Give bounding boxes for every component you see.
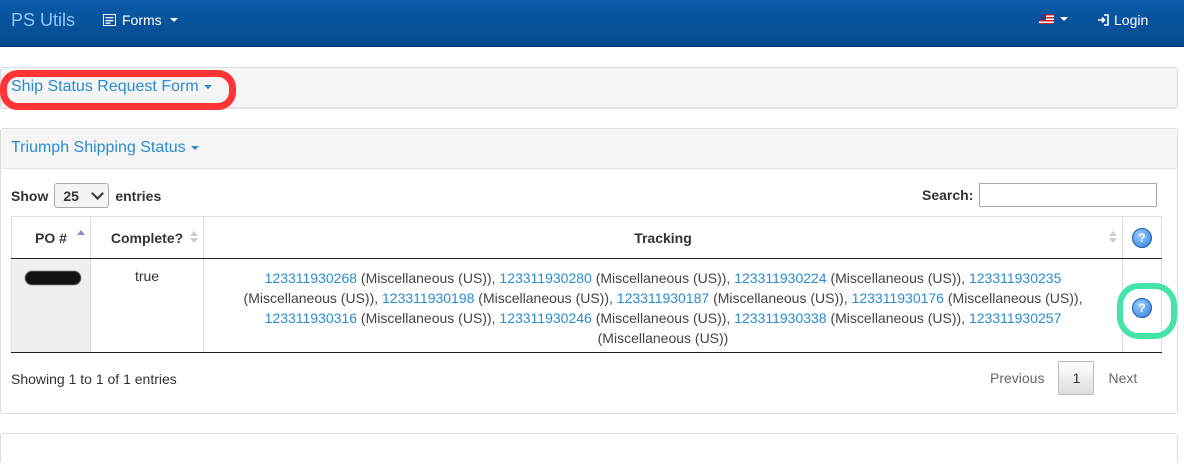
sort-both-icon xyxy=(190,231,198,243)
po-column-header[interactable]: PO # xyxy=(11,216,91,259)
complete-column-header[interactable]: Complete? xyxy=(90,216,204,259)
redacted-po-number xyxy=(25,271,81,285)
tracking-link[interactable]: 123311930280 xyxy=(499,270,591,286)
complete-header-label: Complete? xyxy=(110,229,184,246)
entries-select[interactable]: 25 xyxy=(54,183,110,208)
green-annotation-highlight xyxy=(1117,283,1177,339)
forms-menu-label: Forms xyxy=(122,12,162,28)
search-control: Search: xyxy=(922,183,1158,207)
carrier-label: (Miscellaneous (US)) xyxy=(597,330,729,346)
caret-down-icon xyxy=(169,18,178,22)
lower-panel xyxy=(0,433,1178,464)
tracking-link[interactable]: 123311930268 xyxy=(265,270,357,286)
carrier-label: (Miscellaneous (US)), xyxy=(357,310,500,326)
help-column-header: ? xyxy=(1122,216,1162,259)
brand-link[interactable]: PS Utils xyxy=(11,10,75,31)
tracking-link[interactable]: 123311930316 xyxy=(265,310,357,326)
search-label: Search: xyxy=(922,187,974,203)
entries-label: entries xyxy=(115,187,162,204)
triumph-shipping-toggle[interactable]: Triumph Shipping Status xyxy=(11,139,199,157)
caret-down-icon xyxy=(1060,17,1068,21)
top-navbar: PS Utils Forms Login xyxy=(0,0,1184,47)
search-input[interactable] xyxy=(979,183,1158,207)
entries-select-value: 25 xyxy=(63,187,79,204)
tracking-link[interactable]: 123311930224 xyxy=(734,270,826,286)
tracking-link[interactable]: 123311930246 xyxy=(499,310,591,326)
tracking-cell: 123311930268 (Miscellaneous (US)), 12331… xyxy=(203,258,1123,353)
tracking-header-label: Tracking xyxy=(634,229,692,246)
login-label: Login xyxy=(1114,12,1149,28)
tracking-link[interactable]: 123311930187 xyxy=(617,290,709,306)
carrier-label: (Miscellaneous (US)), xyxy=(474,290,617,306)
panel-title-label: Triumph Shipping Status xyxy=(11,139,186,156)
tracking-link[interactable]: 123311930338 xyxy=(734,310,826,326)
carrier-label: (Miscellaneous (US)), xyxy=(826,310,969,326)
tracking-link[interactable]: 123311930257 xyxy=(969,310,1061,326)
language-menu[interactable] xyxy=(1039,14,1068,24)
login-link[interactable]: Login xyxy=(1097,12,1148,28)
help-icon[interactable]: ? xyxy=(1132,227,1152,248)
pagination: Previous 1 Next xyxy=(976,361,1151,395)
tracking-link[interactable]: 123311930198 xyxy=(382,290,474,306)
page-1-button[interactable]: 1 xyxy=(1058,361,1095,395)
previous-page-button[interactable]: Previous xyxy=(976,361,1058,395)
login-icon xyxy=(1098,14,1109,26)
complete-cell: true xyxy=(90,258,204,353)
forms-menu[interactable]: Forms xyxy=(103,12,178,28)
sort-both-icon xyxy=(1109,231,1117,243)
caret-down-icon xyxy=(190,146,199,150)
carrier-label: (Miscellaneous (US)), xyxy=(943,290,1083,306)
table-header-row: PO # Complete? Tracking ? xyxy=(11,216,1162,259)
entries-length-control: Show 25 entries xyxy=(11,183,161,208)
po-header-label: PO # xyxy=(35,229,67,246)
tracking-link[interactable]: 123311930176 xyxy=(852,290,944,306)
next-page-button[interactable]: Next xyxy=(1094,361,1151,395)
carrier-label: (Miscellaneous (US)), xyxy=(709,290,852,306)
po-cell xyxy=(11,258,91,353)
carrier-label: (Miscellaneous (US)), xyxy=(357,270,500,286)
tracking-column-header[interactable]: Tracking xyxy=(203,216,1123,259)
table-row: true 123311930268 (Miscellaneous (US)), … xyxy=(11,258,1162,353)
sort-ascending-icon xyxy=(77,230,85,235)
carrier-label: (Miscellaneous (US)), xyxy=(591,310,735,326)
tracking-list: 123311930268 (Miscellaneous (US)), 12331… xyxy=(244,270,1083,346)
red-annotation-highlight xyxy=(0,70,236,110)
carrier-label: (Miscellaneous (US)), xyxy=(591,270,735,286)
tracking-link[interactable]: 123311930235 xyxy=(969,270,1061,286)
carrier-label: (Miscellaneous (US)), xyxy=(826,270,969,286)
shipping-status-table: PO # Complete? Tracking ? true 123311930 xyxy=(11,216,1162,353)
carrier-label: (Miscellaneous (US)), xyxy=(243,290,383,306)
form-icon xyxy=(103,14,116,26)
show-label: Show xyxy=(11,187,49,204)
table-info: Showing 1 to 1 of 1 entries xyxy=(11,371,177,387)
us-flag-icon xyxy=(1039,14,1054,24)
chevron-down-icon xyxy=(91,187,105,200)
